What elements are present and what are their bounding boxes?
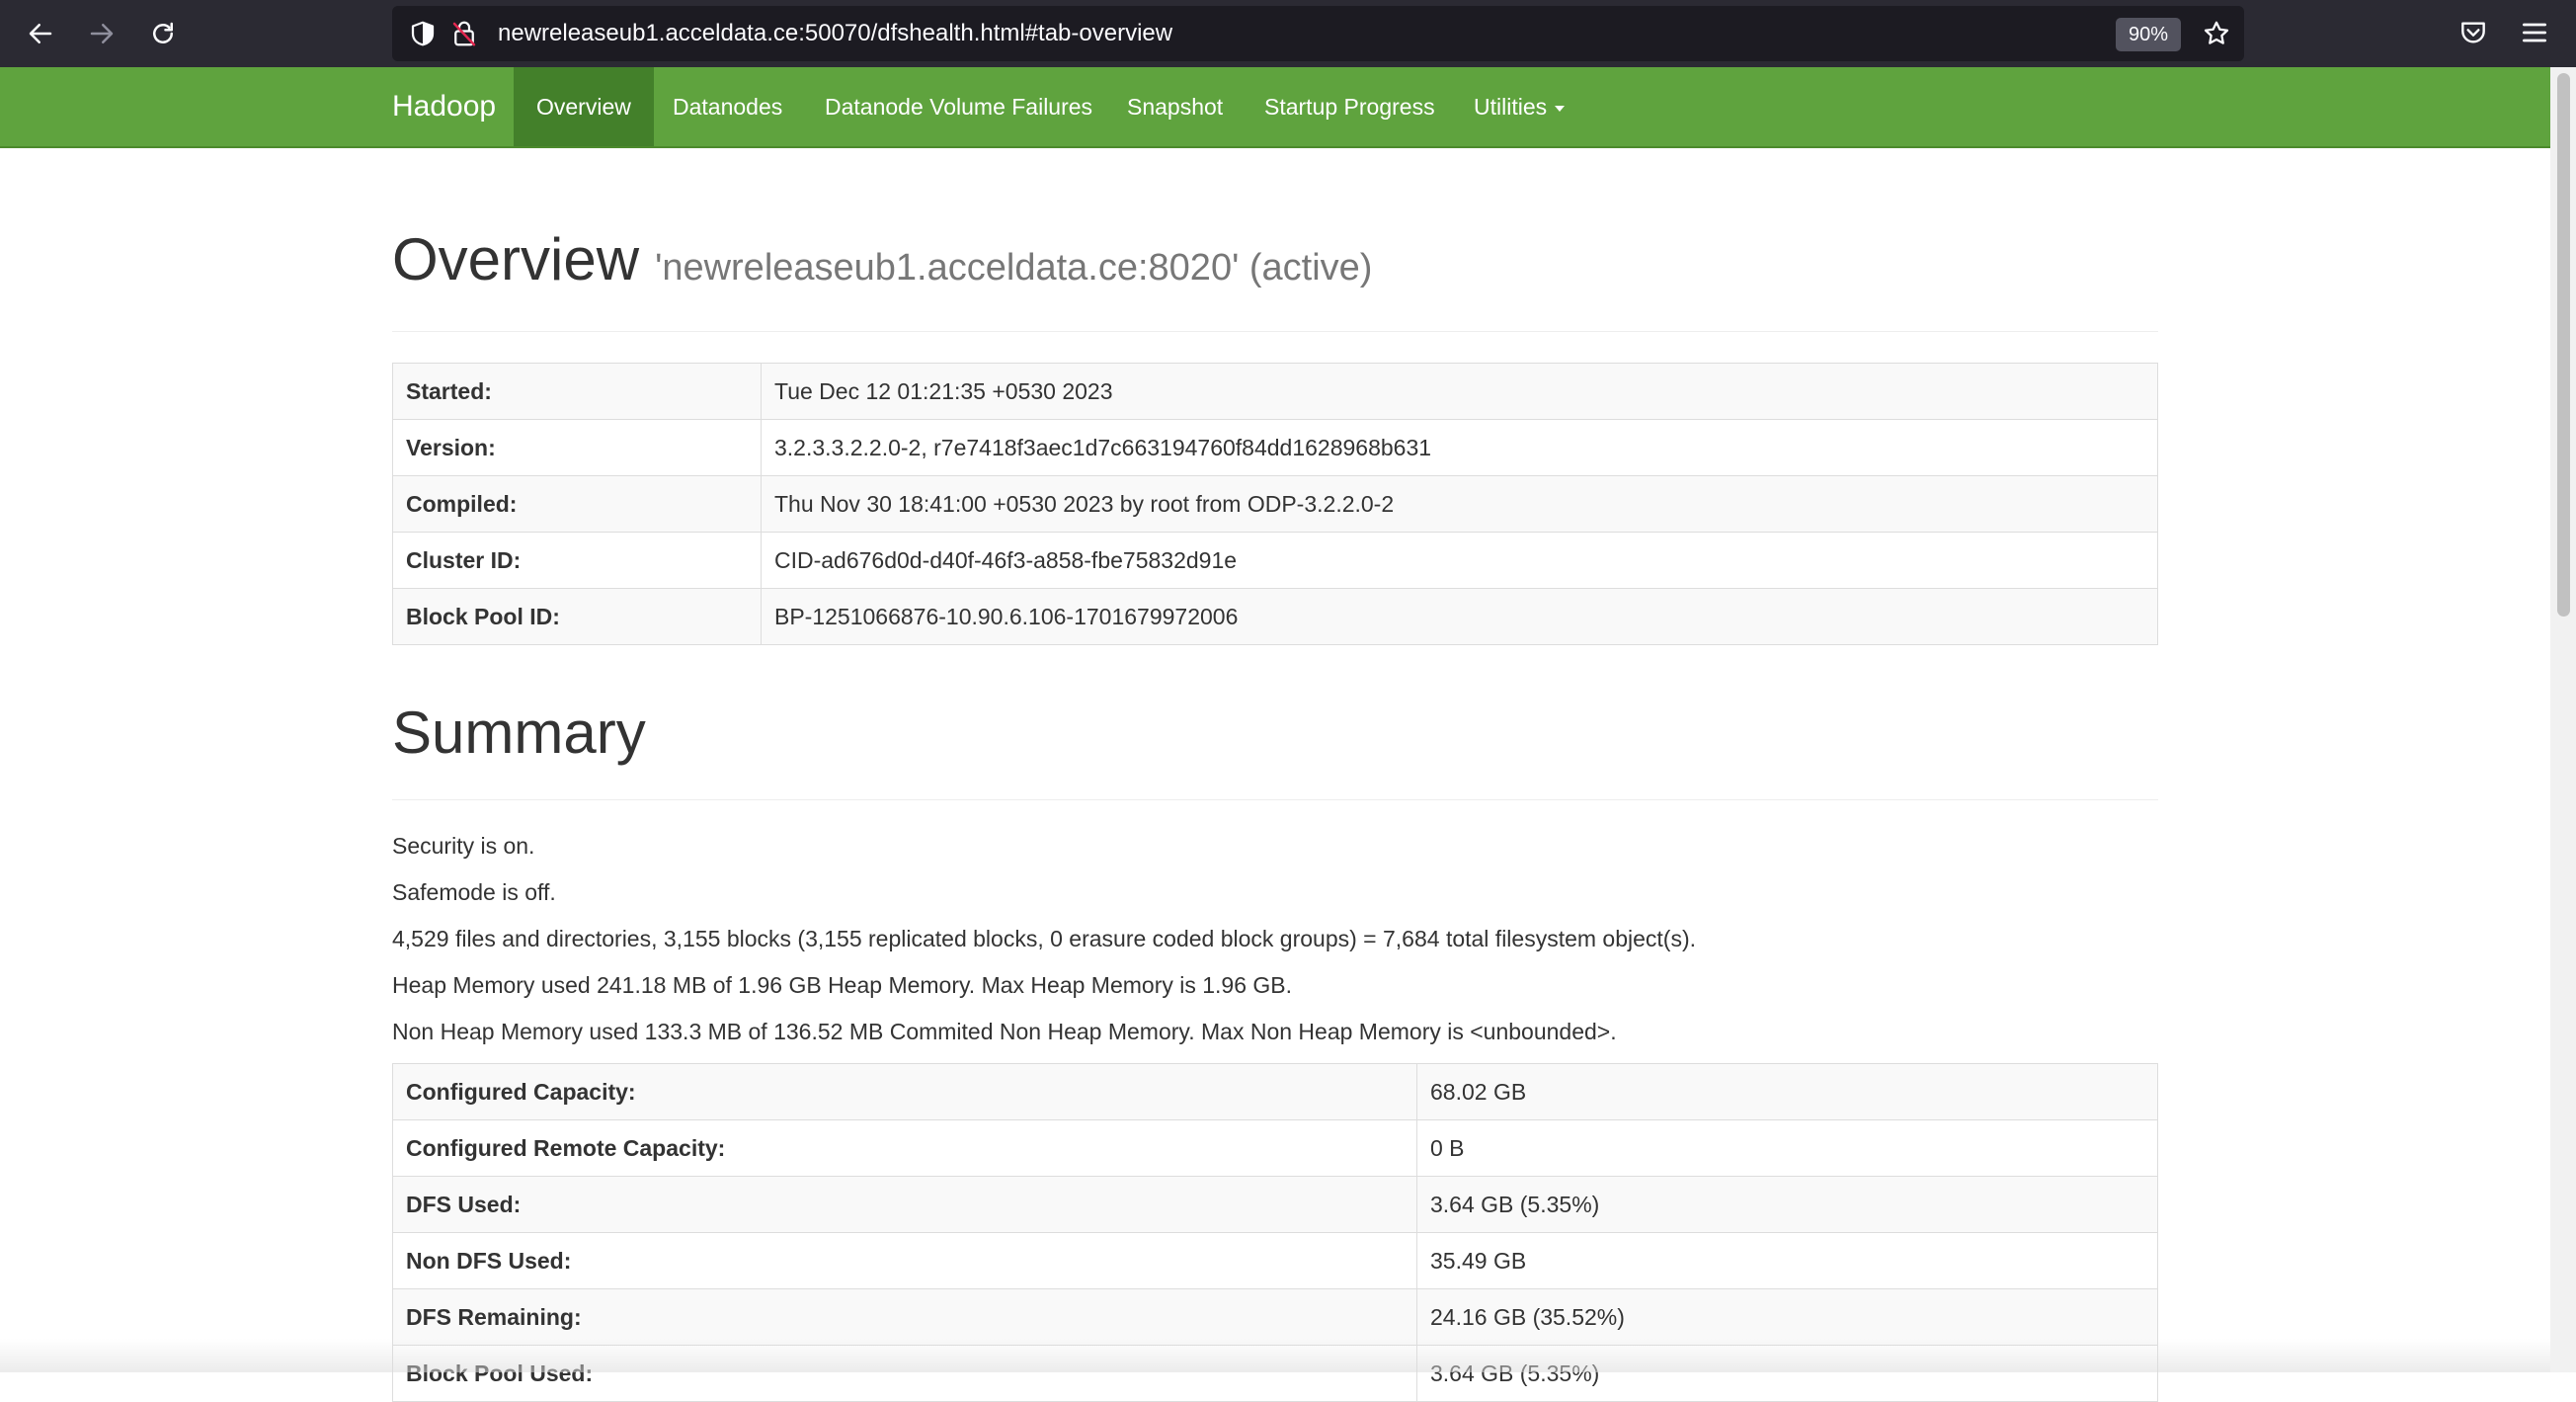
- tab-overview-label: Overview: [536, 94, 631, 120]
- namenode-address: 'newreleaseub1.acceldata.ce:8020' (activ…: [655, 247, 1373, 289]
- table-row: Configured Capacity: 68.02 GB: [392, 1063, 2158, 1120]
- table-row: Non DFS Used: 35.49 GB: [392, 1232, 2158, 1289]
- row-value: CID-ad676d0d-d40f-46f3-a858-fbe75832d91e: [761, 532, 2158, 589]
- tab-overview[interactable]: Overview: [514, 67, 654, 146]
- table-row: DFS Used: 3.64 GB (5.35%): [392, 1176, 2158, 1233]
- hamburger-menu-icon[interactable]: [2519, 17, 2550, 48]
- insecure-lock-icon[interactable]: [449, 19, 479, 48]
- row-value: BP-1251066876-10.90.6.106-1701679972006: [761, 588, 2158, 645]
- tab-datanode-volume-failures[interactable]: Datanode Volume Failures: [825, 67, 1092, 146]
- row-value: 24.16 GB (35.52%): [1416, 1288, 2158, 1346]
- row-key: Started:: [392, 363, 762, 420]
- zoom-level-badge[interactable]: 90%: [2116, 18, 2181, 51]
- row-key: DFS Remaining:: [392, 1288, 1417, 1346]
- row-value: Thu Nov 30 18:41:00 +0530 2023 by root f…: [761, 475, 2158, 533]
- row-key: Compiled:: [392, 475, 762, 533]
- tab-snapshot[interactable]: Snapshot: [1127, 67, 1223, 146]
- tab-startup-progress-label: Startup Progress: [1264, 94, 1435, 120]
- overview-heading: Overview 'newreleaseub1.acceldata.ce:8020…: [392, 225, 1372, 293]
- row-key: Non DFS Used:: [392, 1232, 1417, 1289]
- table-row: Cluster ID: CID-ad676d0d-d40f-46f3-a858-…: [392, 532, 2158, 589]
- utilities-dropdown[interactable]: Utilities: [1474, 67, 1566, 146]
- overview-divider: [392, 331, 2158, 332]
- forward-arrow-icon: [90, 24, 114, 43]
- pocket-icon[interactable]: [2457, 17, 2489, 48]
- table-row: Compiled: Thu Nov 30 18:41:00 +0530 2023…: [392, 475, 2158, 533]
- safemode-status: Safemode is off.: [392, 879, 556, 905]
- filesystem-objects: 4,529 files and directories, 3,155 block…: [392, 926, 1697, 951]
- page-scrollbar-thumb[interactable]: [2557, 73, 2570, 617]
- row-value: 0 B: [1416, 1119, 2158, 1177]
- tab-datanodes[interactable]: Datanodes: [673, 67, 782, 146]
- row-key: Configured Capacity:: [392, 1063, 1417, 1120]
- heap-memory: Heap Memory used 241.18 MB of 1.96 GB He…: [392, 972, 1293, 998]
- tab-snapshot-label: Snapshot: [1127, 94, 1224, 120]
- row-value: Tue Dec 12 01:21:35 +0530 2023: [761, 363, 2158, 420]
- row-key: Version:: [392, 419, 762, 476]
- row-value: 3.64 GB (5.35%): [1416, 1176, 2158, 1233]
- row-key: Block Pool ID:: [392, 588, 762, 645]
- brand-logo[interactable]: Hadoop: [392, 67, 496, 146]
- summary-divider: [392, 799, 2158, 800]
- row-value: 68.02 GB: [1416, 1063, 2158, 1120]
- row-key: Configured Remote Capacity:: [392, 1119, 1417, 1177]
- overview-info-table: Started: Tue Dec 12 01:21:35 +0530 2023 …: [392, 363, 2158, 645]
- tab-datanodes-label: Datanodes: [673, 94, 783, 120]
- table-row: Started: Tue Dec 12 01:21:35 +0530 2023: [392, 363, 2158, 420]
- reload-button[interactable]: [143, 14, 183, 53]
- browser-toolbar: newreleaseub1.acceldata.ce:50070/dfsheal…: [0, 0, 2576, 67]
- back-button[interactable]: [21, 14, 60, 53]
- shield-icon[interactable]: [408, 19, 438, 48]
- hadoop-navbar: Hadoop Overview Datanodes Datanode Volum…: [0, 67, 2550, 148]
- security-status: Security is on.: [392, 833, 535, 859]
- row-value: 3.2.3.3.2.2.0-2, r7e7418f3aec1d7c6631947…: [761, 419, 2158, 476]
- caret-down-icon: [1555, 105, 1566, 112]
- reload-icon: [153, 22, 173, 43]
- tab-datanode-volume-failures-label: Datanode Volume Failures: [825, 94, 1093, 120]
- bookmark-star-icon[interactable]: [2202, 19, 2231, 48]
- summary-heading: Summary: [392, 700, 646, 766]
- viewport-bottom-fade: [0, 1339, 2550, 1372]
- table-row: Block Pool ID: BP-1251066876-10.90.6.106…: [392, 588, 2158, 645]
- forward-button[interactable]: [82, 14, 121, 53]
- table-row: Version: 3.2.3.3.2.2.0-2, r7e7418f3aec1d…: [392, 419, 2158, 476]
- back-arrow-icon: [29, 24, 52, 43]
- table-row: Configured Remote Capacity: 0 B: [392, 1119, 2158, 1177]
- row-key: Cluster ID:: [392, 532, 762, 589]
- tab-startup-progress[interactable]: Startup Progress: [1264, 67, 1435, 146]
- table-row: DFS Remaining: 24.16 GB (35.52%): [392, 1288, 2158, 1346]
- overview-title: Overview: [392, 226, 640, 292]
- address-bar[interactable]: newreleaseub1.acceldata.ce:50070/dfsheal…: [392, 6, 2244, 61]
- row-value: 35.49 GB: [1416, 1232, 2158, 1289]
- utilities-dropdown-label: Utilities: [1474, 94, 1548, 120]
- url-text[interactable]: newreleaseub1.acceldata.ce:50070/dfsheal…: [498, 6, 1172, 61]
- row-key: DFS Used:: [392, 1176, 1417, 1233]
- non-heap-memory: Non Heap Memory used 133.3 MB of 136.52 …: [392, 1019, 1617, 1044]
